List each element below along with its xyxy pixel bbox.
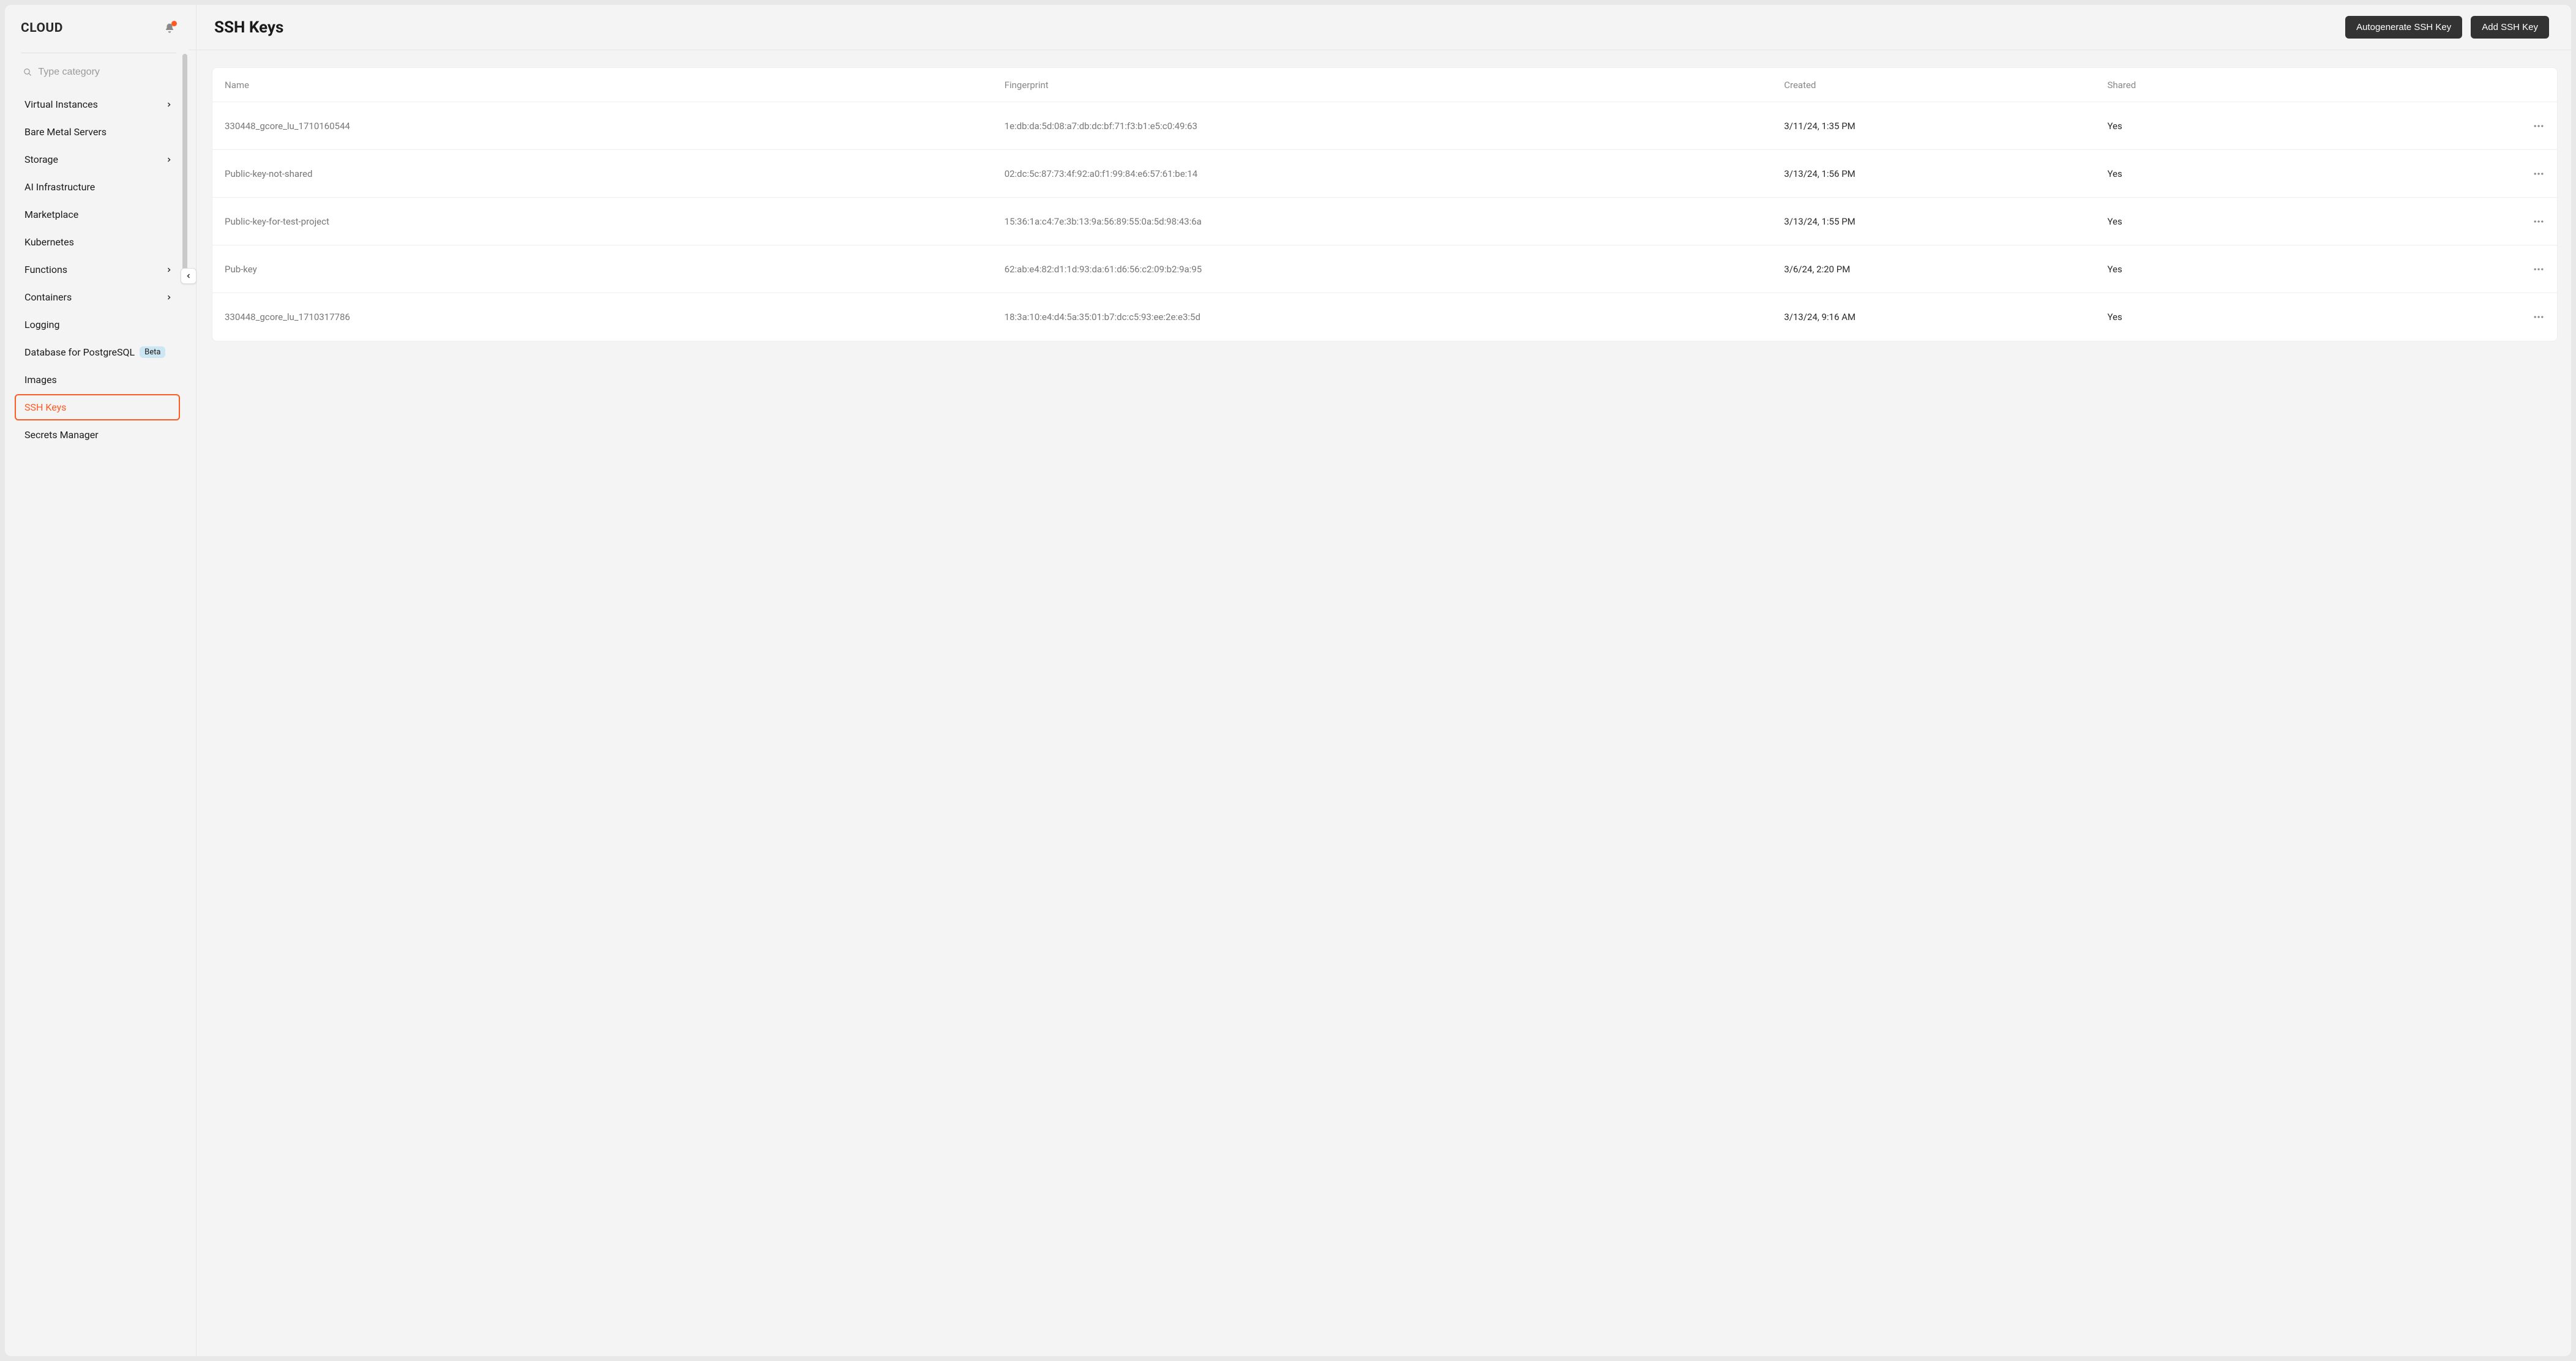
sidebar-item-functions[interactable]: Functions: [21, 256, 176, 283]
sidebar-item-label: Virtual Instances: [24, 99, 98, 110]
sidebar-item-label: Bare Metal Servers: [24, 126, 107, 138]
row-actions-button[interactable]: [2533, 168, 2545, 180]
sidebar-item-kubernetes[interactable]: Kubernetes: [21, 229, 176, 255]
table-row: Pub-key62:ab:e4:82:d1:1d:93:da:61:d6:56:…: [212, 245, 2557, 293]
sidebar-item-label: Containers: [24, 291, 72, 303]
notifications-button[interactable]: [163, 21, 176, 35]
sidebar-item-secrets-manager[interactable]: Secrets Manager: [21, 422, 176, 448]
header-actions: Autogenerate SSH Key Add SSH Key: [2345, 16, 2549, 39]
sidebar-item-marketplace[interactable]: Marketplace: [21, 201, 176, 228]
sidebar-item-storage[interactable]: Storage: [21, 146, 176, 173]
col-header-fingerprint: Fingerprint: [1005, 80, 1784, 91]
cell-name: 330448_gcore_lu_1710160544: [225, 121, 1005, 132]
cell-fingerprint: 1e:db:da:5d:08:a7:db:dc:bf:71:f3:b1:e5:c…: [1005, 121, 1784, 132]
cell-created: 3/13/24, 1:55 PM: [1784, 216, 2107, 227]
cell-shared: Yes: [2107, 121, 2411, 132]
cell-name: 330448_gcore_lu_1710317786: [225, 311, 1005, 323]
main-panel: SSH Keys Autogenerate SSH Key Add SSH Ke…: [189, 5, 2571, 1356]
cell-shared: Yes: [2107, 264, 2411, 275]
col-header-created: Created: [1784, 80, 2107, 91]
table-header-row: Name Fingerprint Created Shared: [212, 68, 2557, 102]
sidebar-item-label: Logging: [24, 319, 59, 330]
ssh-keys-table: Name Fingerprint Created Shared 330448_g…: [212, 67, 2558, 341]
cell-name: Pub-key: [225, 264, 1005, 275]
collapse-sidebar-button[interactable]: [181, 268, 197, 284]
sidebar-item-images[interactable]: Images: [21, 367, 176, 393]
sidebar-item-label: Functions: [24, 264, 67, 275]
cell-created: 3/6/24, 2:20 PM: [1784, 264, 2107, 275]
brand-logo: CLOUD: [21, 21, 63, 35]
sidebar-scroll-thumb[interactable]: [182, 54, 187, 274]
sidebar-item-label: Database for PostgreSQL: [24, 346, 135, 358]
chevron-right-icon: [165, 266, 173, 274]
chevron-right-icon: [165, 156, 173, 163]
sidebar-item-label: Secrets Manager: [24, 429, 99, 441]
sidebar-search[interactable]: [21, 53, 176, 91]
sidebar-item-database-for-postgresql[interactable]: Database for PostgreSQL Beta: [21, 339, 176, 365]
beta-badge: Beta: [140, 346, 165, 358]
more-icon: [2533, 168, 2545, 180]
chevron-right-icon: [165, 294, 173, 301]
sidebar-item-logging[interactable]: Logging: [21, 311, 176, 338]
sidebar-item-ssh-keys[interactable]: SSH Keys: [15, 394, 180, 420]
chevron-left-icon: [185, 272, 192, 280]
cell-shared: Yes: [2107, 311, 2411, 323]
search-input[interactable]: [38, 67, 174, 78]
more-icon: [2533, 311, 2545, 323]
page-header: SSH Keys Autogenerate SSH Key Add SSH Ke…: [189, 5, 2571, 50]
page-title: SSH Keys: [214, 18, 283, 37]
content-area: Name Fingerprint Created Shared 330448_g…: [189, 50, 2571, 341]
sidebar-header: CLOUD: [21, 21, 176, 35]
sidebar-divider: [196, 5, 197, 1356]
autogenerate-ssh-key-button[interactable]: Autogenerate SSH Key: [2345, 16, 2462, 39]
table-row: 330448_gcore_lu_171031778618:3a:10:e4:d4…: [212, 293, 2557, 341]
cell-fingerprint: 18:3a:10:e4:d4:5a:35:01:b7:dc:c5:93:ee:2…: [1005, 311, 1784, 323]
sidebar-item-bare-metal-servers[interactable]: Bare Metal Servers: [21, 119, 176, 145]
cell-fingerprint: 15:36:1a:c4:7e:3b:13:9a:56:89:55:0a:5d:9…: [1005, 216, 1784, 227]
more-icon: [2533, 120, 2545, 132]
sidebar-nav: Virtual Instances Bare Metal Servers Stora…: [21, 91, 176, 448]
sidebar-item-label: Images: [24, 374, 57, 386]
row-actions-button[interactable]: [2533, 120, 2545, 132]
app-frame: CLOUD Virtual Instances Bare Metal Server…: [5, 5, 2571, 1356]
sidebar-item-label: Kubernetes: [24, 236, 74, 248]
col-header-shared: Shared: [2107, 80, 2411, 91]
sidebar: CLOUD Virtual Instances Bare Metal Server…: [5, 5, 189, 1356]
sidebar-scrollbar[interactable]: [182, 54, 187, 1356]
table-row: Public-key-not-shared02:dc:5c:87:73:4f:9…: [212, 150, 2557, 198]
row-actions-button[interactable]: [2533, 263, 2545, 275]
sidebar-item-label: SSH Keys: [24, 401, 66, 413]
col-header-name: Name: [225, 80, 1005, 91]
sidebar-item-containers[interactable]: Containers: [21, 284, 176, 310]
sidebar-item-ai-infrastructure[interactable]: AI Infrastructure: [21, 174, 176, 200]
cell-created: 3/11/24, 1:35 PM: [1784, 121, 2107, 132]
cell-fingerprint: 62:ab:e4:82:d1:1d:93:da:61:d6:56:c2:09:b…: [1005, 264, 1784, 275]
sidebar-item-virtual-instances[interactable]: Virtual Instances: [21, 91, 176, 117]
table-row: Public-key-for-test-project15:36:1a:c4:7…: [212, 198, 2557, 245]
row-actions-button[interactable]: [2533, 215, 2545, 228]
sidebar-item-label: Marketplace: [24, 209, 78, 220]
more-icon: [2533, 215, 2545, 228]
search-icon: [23, 67, 32, 77]
cell-created: 3/13/24, 9:16 AM: [1784, 311, 2107, 323]
sidebar-item-label: Storage: [24, 154, 58, 165]
notification-dot: [171, 21, 177, 26]
cell-name: Public-key-for-test-project: [225, 216, 1005, 227]
cell-shared: Yes: [2107, 168, 2411, 179]
more-icon: [2533, 263, 2545, 275]
cell-shared: Yes: [2107, 216, 2411, 227]
add-ssh-key-button[interactable]: Add SSH Key: [2471, 16, 2549, 39]
chevron-right-icon: [165, 101, 173, 108]
table-row: 330448_gcore_lu_17101605441e:db:da:5d:08…: [212, 102, 2557, 150]
cell-created: 3/13/24, 1:56 PM: [1784, 168, 2107, 179]
sidebar-item-label: AI Infrastructure: [24, 181, 95, 193]
cell-fingerprint: 02:dc:5c:87:73:4f:92:a0:f1:99:84:e6:57:6…: [1005, 168, 1784, 179]
row-actions-button[interactable]: [2533, 311, 2545, 323]
cell-name: Public-key-not-shared: [225, 168, 1005, 179]
